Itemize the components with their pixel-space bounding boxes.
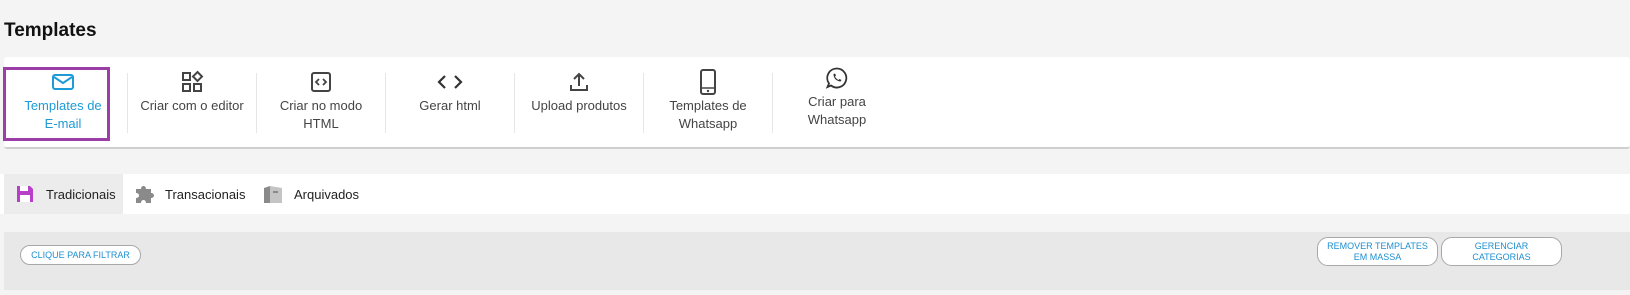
tab-arquivados[interactable]: Arquivados xyxy=(262,174,359,214)
templates-toolbar: Templates de E-mail Criar com o editor C… xyxy=(3,57,1630,149)
toolbar-label: Whatsapp xyxy=(678,116,738,131)
code-brackets-icon xyxy=(437,69,463,95)
toolbar-whatsapp-templates[interactable]: Templates de Whatsapp xyxy=(643,69,773,141)
active-highlight-frame xyxy=(3,67,110,141)
floppy-disk-icon xyxy=(14,183,36,205)
toolbar-label: HTML xyxy=(303,116,339,131)
toolbar-label: Upload produtos xyxy=(531,98,627,113)
toolbar-label: Criar com o editor xyxy=(140,98,244,113)
remove-mass-button[interactable]: REMOVER TEMPLATES EM MASSA xyxy=(1317,237,1438,266)
tab-label: Arquivados xyxy=(294,186,360,202)
upload-icon xyxy=(568,69,590,95)
tab-label: Tradicionais xyxy=(46,186,116,202)
blocks-icon xyxy=(180,69,204,95)
toolbar-label: Whatsapp xyxy=(807,112,867,127)
filter-bar: CLIQUE PARA FILTRAR REMOVER TEMPLATES EM… xyxy=(4,232,1630,290)
filter-button[interactable]: CLIQUE PARA FILTRAR xyxy=(20,245,141,265)
toolbar-label: Criar no modo xyxy=(279,98,363,113)
tab-tradicionais[interactable]: Tradicionais xyxy=(4,174,123,214)
archive-icon xyxy=(262,183,284,205)
toolbar-label: Criar para xyxy=(808,94,866,109)
page-title: Templates xyxy=(4,20,97,41)
toolbar-email-templates[interactable]: Templates de E-mail xyxy=(0,67,128,141)
remove-mass-label: EM MASSA xyxy=(1353,251,1402,262)
toolbar-create-html[interactable]: Criar no modo HTML xyxy=(256,69,386,141)
toolbar-label: Templates de xyxy=(669,98,747,113)
puzzle-icon xyxy=(133,183,155,205)
manage-categories-button[interactable]: GERENCIAR CATEGORIAS xyxy=(1441,237,1562,266)
toolbar-create-editor[interactable]: Criar com o editor xyxy=(127,69,257,141)
toolbar-label: Gerar html xyxy=(419,98,481,113)
remove-mass-label: REMOVER TEMPLATES xyxy=(1327,240,1428,251)
template-type-tabs: Tradicionais Transacionais Arquivados xyxy=(0,174,1630,214)
toolbar-generate-html[interactable]: Gerar html xyxy=(385,69,515,141)
manage-categories-label: GERENCIAR xyxy=(1474,240,1529,251)
tab-label: Transacionais xyxy=(165,186,246,202)
toolbar-create-whatsapp[interactable]: Criar para Whatsapp xyxy=(772,65,902,137)
manage-categories-label: CATEGORIAS xyxy=(1472,251,1531,262)
code-box-icon xyxy=(310,69,332,95)
filter-button-label: CLIQUE PARA FILTRAR xyxy=(31,249,130,260)
phone-icon xyxy=(699,69,717,95)
whatsapp-icon xyxy=(825,65,849,91)
tab-transacionais[interactable]: Transacionais xyxy=(133,174,245,214)
toolbar-upload-products[interactable]: Upload produtos xyxy=(514,69,644,141)
